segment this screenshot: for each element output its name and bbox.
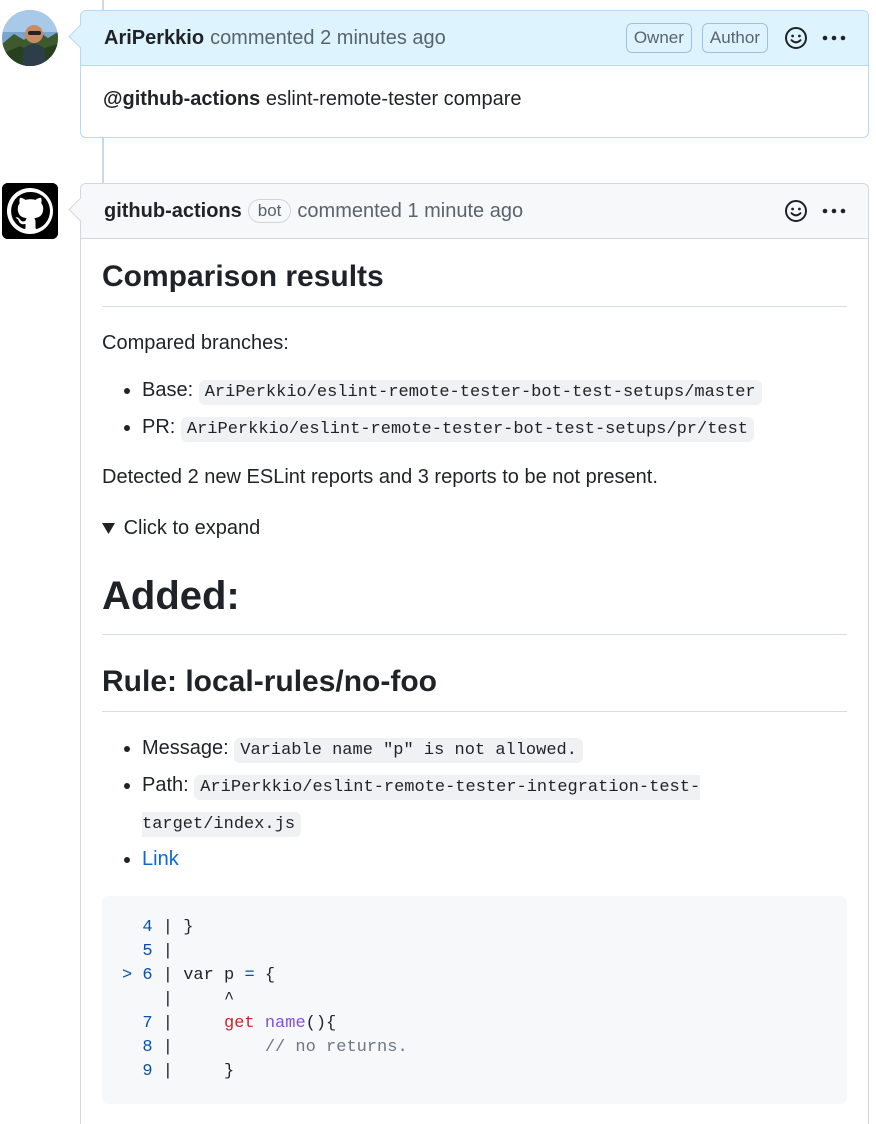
detail-code: AriPerkkio/eslint-remote-tester-integrat… bbox=[142, 775, 701, 837]
detail-code: Variable name "p" is not allowed. bbox=[234, 738, 583, 763]
comment-author[interactable]: AriPerkkio bbox=[104, 27, 204, 50]
summary-text: Detected 2 new ESLint reports and 3 repo… bbox=[102, 466, 658, 488]
comment-pointer bbox=[68, 24, 93, 49]
comment-aripekkio: AriPerkkio commented 2 minutes ago Owner… bbox=[68, 10, 869, 138]
github-octocat-avatar[interactable] bbox=[2, 183, 58, 239]
comment-action: commented bbox=[210, 26, 315, 49]
kebab-menu-icon[interactable] bbox=[820, 197, 848, 225]
comment-text: eslint-remote-tester compare bbox=[265, 88, 522, 110]
details-list: Message: Variable name "p" is not allowe… bbox=[102, 731, 847, 876]
branch-label: PR: bbox=[142, 416, 176, 438]
code-frame: 4 | } 5 | > 6 | var p = { | ^ 7 | get nam… bbox=[102, 896, 847, 1104]
timeline-line bbox=[102, 0, 104, 10]
link[interactable]: Link bbox=[142, 848, 179, 870]
kebab-menu-icon[interactable] bbox=[820, 24, 848, 52]
code-line: | ^ bbox=[152, 990, 235, 1009]
added-heading: Added: bbox=[102, 572, 847, 635]
list-item: Path: AriPerkkio/eslint-remote-tester-in… bbox=[142, 768, 847, 842]
comment-author[interactable]: github-actions bbox=[104, 200, 242, 223]
compared-branches-label: Compared branches: bbox=[102, 332, 289, 354]
author-badge: Author bbox=[701, 23, 768, 53]
expand-toggle[interactable]: Click to expand bbox=[102, 514, 847, 542]
smiley-icon[interactable] bbox=[782, 24, 810, 52]
bot-badge: bot bbox=[247, 199, 292, 223]
detail-label: Message: bbox=[142, 737, 229, 759]
owner-badge: Owner bbox=[625, 23, 692, 53]
code-line: 7 | get name(){ bbox=[142, 1014, 337, 1033]
comment-action: commented bbox=[297, 199, 402, 222]
comment-timestamp[interactable]: 2 minutes ago bbox=[320, 27, 446, 50]
triangle-down-icon bbox=[102, 514, 118, 542]
comment-header: github-actions bot commented 1 minute ag… bbox=[68, 184, 868, 239]
list-item: Link bbox=[142, 842, 847, 876]
code-line: 8 | // no returns. bbox=[142, 1038, 408, 1057]
code-line: 5 | bbox=[142, 942, 174, 961]
detail-label: Path: bbox=[142, 774, 189, 796]
code-line: 4 | } bbox=[142, 918, 194, 937]
branch-code: AriPerkkio/eslint-remote-tester-bot-test… bbox=[198, 380, 762, 405]
list-item: PR: AriPerkkio/eslint-remote-tester-bot-… bbox=[142, 410, 847, 447]
branch-code: AriPerkkio/eslint-remote-tester-bot-test… bbox=[180, 417, 754, 442]
code-line: > 6 | var p = { bbox=[122, 966, 276, 985]
comment-body: @github-actions eslint-remote-tester com… bbox=[81, 66, 868, 133]
smiley-icon[interactable] bbox=[782, 197, 810, 225]
branches-list: Base: AriPerkkio/eslint-remote-tester-bo… bbox=[102, 373, 847, 447]
timeline-line bbox=[102, 138, 104, 183]
code-line: 9 | } bbox=[142, 1062, 235, 1081]
comparison-heading: Comparison results bbox=[102, 259, 847, 307]
list-item: Message: Variable name "p" is not allowe… bbox=[142, 731, 847, 768]
comment-timestamp[interactable]: 1 minute ago bbox=[407, 200, 523, 223]
user-avatar[interactable] bbox=[2, 10, 58, 66]
mention-link[interactable]: @github-actions bbox=[103, 88, 260, 110]
list-item: Base: AriPerkkio/eslint-remote-tester-bo… bbox=[142, 373, 847, 410]
rule-heading: Rule: local-rules/no-foo bbox=[102, 663, 847, 712]
expand-label: Click to expand bbox=[123, 517, 261, 539]
comment-header: AriPerkkio commented 2 minutes ago Owner… bbox=[68, 11, 868, 66]
comment-github-actions: github-actions bot commented 1 minute ag… bbox=[68, 183, 869, 1124]
branch-label: Base: bbox=[142, 379, 194, 401]
comment-pointer bbox=[68, 197, 93, 222]
comment-body: Comparison results Compared branches: Ba… bbox=[81, 259, 868, 1104]
